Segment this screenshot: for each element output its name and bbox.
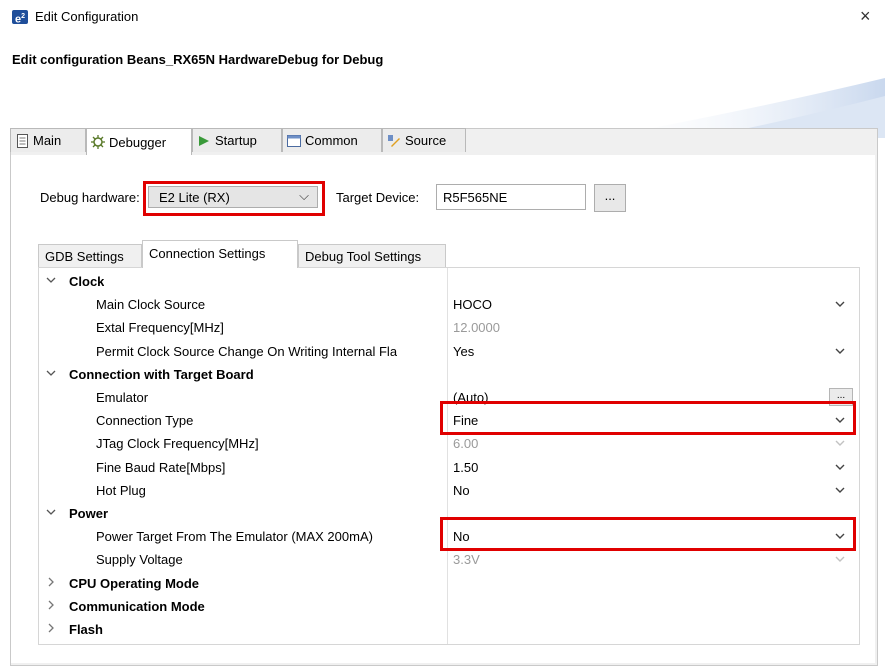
- subtab-debug-tool-settings[interactable]: Debug Tool Settings: [298, 244, 446, 268]
- grid-row[interactable]: JTag Clock Frequency[MHz] 6.00: [39, 432, 859, 455]
- grid-property-name: Permit Clock Source Change On Writing In…: [96, 343, 398, 359]
- debugger-icon: [91, 135, 105, 149]
- chevron-down-icon[interactable]: [46, 273, 56, 290]
- chevron-down-icon[interactable]: [835, 435, 845, 452]
- chevron-down-icon[interactable]: [835, 296, 845, 313]
- grid-property-value[interactable]: 1.50: [453, 460, 478, 475]
- highlight-debug-hardware: [143, 181, 325, 216]
- highlight-power-target: [440, 517, 856, 551]
- grid-property-value[interactable]: No: [453, 483, 470, 498]
- subtab-gdb-settings[interactable]: GDB Settings: [38, 244, 142, 268]
- grid-property-name: Power Target From The Emulator (MAX 200m…: [96, 529, 373, 545]
- tab-startup[interactable]: Startup: [192, 128, 282, 152]
- debug-hardware-label: Debug hardware:: [40, 190, 140, 205]
- subtab-connection-settings[interactable]: Connection Settings: [142, 240, 298, 268]
- chevron-down-icon[interactable]: [46, 366, 56, 383]
- grid-property-value[interactable]: Yes: [453, 344, 474, 359]
- grid-property-name: Main Clock Source: [96, 297, 206, 313]
- chevron-right-icon[interactable]: [46, 575, 56, 592]
- grid-property-name: JTag Clock Frequency[MHz]: [96, 436, 259, 452]
- main-icon: [15, 133, 29, 148]
- chevron-down-icon[interactable]: [46, 505, 56, 522]
- chevron-right-icon[interactable]: [46, 598, 56, 615]
- grid-group-label: Power: [69, 506, 109, 521]
- target-device-label: Target Device:: [336, 190, 420, 205]
- grid-group-label: Connection with Target Board: [69, 366, 254, 382]
- grid-row[interactable]: Extal Frequency[MHz] 12.0000: [39, 316, 859, 339]
- grid-property-name: Fine Baud Rate[Mbps]: [96, 459, 226, 475]
- grid-property-name: Emulator: [96, 390, 149, 405]
- grid-group-row[interactable]: Clock: [39, 270, 859, 293]
- common-icon: [287, 134, 301, 148]
- tab-debugger[interactable]: Debugger: [86, 128, 192, 155]
- title-bar: e2 Edit Configuration ×: [0, 0, 885, 34]
- window-title: Edit Configuration: [35, 9, 139, 24]
- grid-group-label: Clock: [69, 274, 105, 289]
- tab-common[interactable]: Common: [282, 128, 382, 152]
- grid-property-value[interactable]: 6.00: [453, 436, 478, 451]
- grid-row[interactable]: Permit Clock Source Change On Writing In…: [39, 340, 859, 363]
- grid-property-name: Connection Type: [96, 413, 194, 429]
- chevron-right-icon[interactable]: [46, 621, 56, 638]
- chevron-down-icon[interactable]: [835, 343, 845, 360]
- grid-group-row[interactable]: CPU Operating Mode: [39, 572, 859, 595]
- grid-group-label: Communication Mode: [69, 598, 205, 614]
- e2-studio-icon: e2: [12, 10, 28, 26]
- grid-group-row[interactable]: Flash: [39, 618, 859, 641]
- grid-group-label: Flash: [69, 622, 103, 637]
- highlight-connection-type: [440, 401, 856, 435]
- source-icon: [387, 134, 401, 148]
- grid-property-name: Extal Frequency[MHz]: [96, 320, 224, 336]
- close-icon[interactable]: ×: [860, 6, 871, 27]
- grid-property-name: Supply Voltage: [96, 552, 183, 568]
- target-device-field[interactable]: R5F565NE: [436, 184, 586, 210]
- grid-row[interactable]: Fine Baud Rate[Mbps] 1.50: [39, 456, 859, 479]
- chevron-down-icon[interactable]: [835, 482, 845, 499]
- grid-group-row[interactable]: Communication Mode: [39, 595, 859, 618]
- chevron-down-icon[interactable]: [835, 459, 845, 476]
- grid-property-value[interactable]: HOCO: [453, 297, 492, 312]
- grid-row[interactable]: Main Clock Source HOCO: [39, 293, 859, 316]
- grid-property-value[interactable]: 12.0000: [453, 320, 500, 335]
- grid-group-label: CPU Operating Mode: [69, 575, 200, 591]
- tab-main[interactable]: Main: [10, 128, 86, 152]
- browse-device-button[interactable]: ...: [594, 184, 626, 212]
- grid-group-row[interactable]: Connection with Target Board: [39, 363, 859, 386]
- startup-icon: [197, 134, 211, 148]
- grid-row[interactable]: Supply Voltage 3.3V: [39, 548, 859, 571]
- dialog-heading: Edit configuration Beans_RX65N HardwareD…: [12, 52, 384, 67]
- grid-property-value[interactable]: 3.3V: [453, 552, 480, 567]
- grid-property-name: Hot Plug: [96, 482, 146, 498]
- tab-source[interactable]: Source: [382, 128, 466, 152]
- connection-settings-grid: Clock Main Clock Source HOCO Extal Frequenc…: [38, 267, 860, 645]
- grid-row[interactable]: Hot Plug No: [39, 479, 859, 502]
- chevron-down-icon[interactable]: [835, 551, 845, 568]
